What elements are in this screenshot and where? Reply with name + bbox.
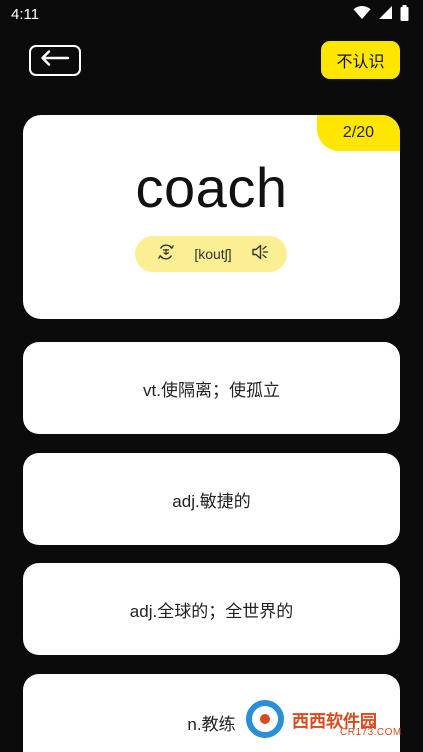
signal-icon (378, 5, 393, 25)
phonetic-pill[interactable]: [koutʃ] (135, 236, 287, 272)
option-card[interactable]: adj.全球的；全世界的 (23, 563, 400, 655)
speaker-icon[interactable] (251, 244, 269, 265)
option-label: n.教练 (187, 715, 236, 734)
option-label: adj.全球的；全世界的 (129, 601, 294, 621)
arrow-left-icon (40, 50, 70, 71)
app-screen: 4:11 不认识 2/20 coach [koutʃ] vt.使隔离；使孤立 a… (0, 0, 423, 752)
translate-icon[interactable] (157, 243, 175, 266)
option-card[interactable]: vt.使隔离；使孤立 (23, 342, 400, 434)
watermark: 西西软件园 CR173.COM (244, 698, 414, 744)
watermark-subtext: CR173.COM (340, 727, 402, 738)
unknown-word-button[interactable]: 不认识 (321, 41, 400, 79)
word-title: coach (135, 156, 288, 219)
option-label: adj.敏捷的 (172, 491, 251, 511)
phonetic-text: [koutʃ] (194, 246, 232, 262)
word-card: 2/20 coach [koutʃ] (23, 115, 400, 319)
watermark-logo-icon (244, 698, 286, 745)
status-time: 4:11 (11, 6, 40, 23)
battery-icon (400, 4, 409, 26)
status-icons (353, 4, 409, 26)
option-label: vt.使隔离；使孤立 (143, 380, 280, 400)
status-bar: 4:11 (0, 0, 423, 30)
back-button[interactable] (29, 45, 81, 76)
wifi-icon (353, 5, 371, 25)
option-card[interactable]: adj.敏捷的 (23, 453, 400, 545)
progress-badge: 2/20 (317, 115, 400, 151)
